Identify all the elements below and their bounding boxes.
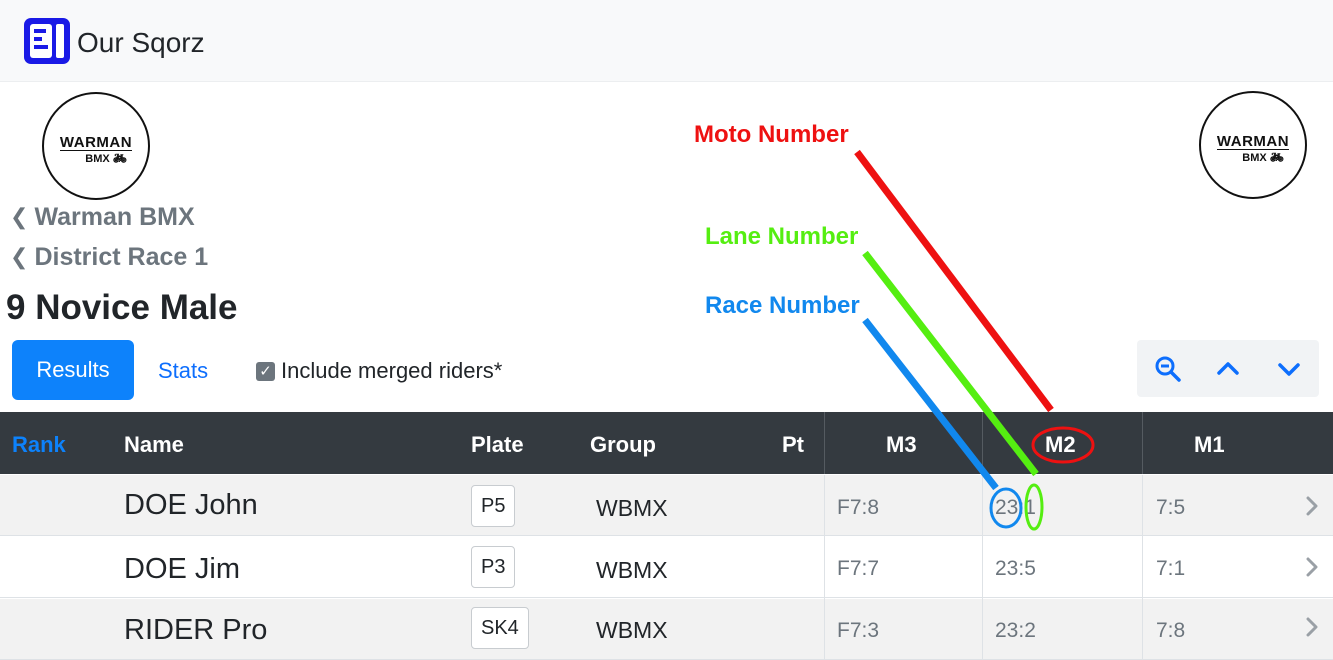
chevron-right-icon[interactable] [1303,557,1321,577]
rider-group: WBMX [596,557,668,583]
rider-group: WBMX [596,617,668,643]
table-row[interactable]: DOE John P5 WBMX F7:8 23:1 7:5 [0,475,1333,536]
checkbox-label: Include merged riders* [281,358,503,383]
checkbox-checked-icon[interactable]: ✓ [256,362,275,381]
moto-result-m2: 23:1 [995,496,1036,519]
chevron-down-icon[interactable] [1274,354,1304,384]
rider-name: DOE Jim [124,553,240,585]
breadcrumb-event[interactable]: ❮ District Race 1 [10,243,208,272]
chevron-left-icon: ❮ [10,244,29,269]
annotation-race-number: Race Number [705,292,860,319]
zoom-out-icon[interactable] [1153,354,1183,384]
plate-badge: P3 [471,546,516,588]
moto-result-m1: 7:1 [1156,557,1186,580]
rider-name: DOE John [124,489,258,521]
column-header-m3[interactable]: M3 [886,432,917,458]
club-logo-subtext: BMX 🚲︎ [85,153,127,165]
moto-result-m3: F7:8 [837,496,880,519]
column-header-m1[interactable]: M1 [1194,432,1225,458]
breadcrumb-label: District Race 1 [34,243,209,271]
plate-badge: SK4 [471,607,529,649]
column-divider [824,475,825,660]
moto-result-m1: 7:5 [1156,496,1186,519]
include-merged-checkbox[interactable]: ✓ Include merged riders* [256,358,502,384]
tab-stats[interactable]: Stats [158,358,208,384]
club-logo-text: WARMAN [59,134,133,151]
annotation-moto-number: Moto Number [694,121,849,148]
column-divider [982,412,983,474]
table-row[interactable]: RIDER Pro SK4 WBMX F7:3 23:2 7:8 [0,599,1333,660]
column-header-name[interactable]: Name [124,432,184,458]
club-logo-left: WARMAN BMX 🚲︎ [42,92,150,200]
column-header-pt[interactable]: Pt [782,432,804,458]
column-divider [982,475,983,660]
chevron-right-icon[interactable] [1303,617,1321,637]
top-navbar: Our Sqorz [0,0,1333,82]
club-logo-text: WARMAN [1216,133,1290,150]
column-divider [824,412,825,474]
moto-pointer-line [854,149,1054,413]
table-row[interactable]: DOE Jim P3 WBMX F7:7 23:5 7:1 [0,537,1333,598]
rider-group: WBMX [596,495,668,521]
rider-name: RIDER Pro [124,614,268,646]
column-header-group[interactable]: Group [590,432,656,458]
breadcrumb-label: Warman BMX [34,203,195,231]
column-divider [1142,412,1143,474]
moto-result-m3: F7:7 [837,557,880,580]
table-toolbar [1137,340,1319,397]
moto-result-m1: 7:8 [1156,619,1186,642]
tab-results[interactable]: Results [12,340,134,400]
moto-result-m2: 23:2 [995,619,1036,642]
club-logo-subtext: BMX 🚲︎ [1242,152,1284,164]
results-table-header: Rank Name Plate Group Pt M3 M2 M1 [0,412,1333,474]
column-divider [1142,475,1143,660]
annotation-lane-number: Lane Number [705,223,859,250]
sqorz-logo-icon[interactable] [24,18,70,64]
chevron-up-icon[interactable] [1213,354,1243,384]
moto-result-m2: 23:5 [995,557,1036,580]
page-title: 9 Novice Male [6,288,238,327]
breadcrumb-club[interactable]: ❮ Warman BMX [10,203,195,232]
club-logo-right: WARMAN BMX 🚲︎ [1199,91,1307,199]
chevron-right-icon[interactable] [1303,496,1321,516]
chevron-left-icon: ❮ [10,204,29,229]
bike-icon: 🚲︎ [1269,152,1284,164]
column-header-rank[interactable]: Rank [12,432,66,458]
column-header-m2[interactable]: M2 [1045,432,1076,458]
bike-icon: 🚲︎ [112,153,127,165]
logo-rule [60,150,132,151]
logo-rule [1217,149,1289,150]
moto-result-m3: F7:3 [837,619,880,642]
app-title[interactable]: Our Sqorz [77,27,205,59]
plate-badge: P5 [471,485,516,527]
column-header-plate[interactable]: Plate [471,432,524,458]
